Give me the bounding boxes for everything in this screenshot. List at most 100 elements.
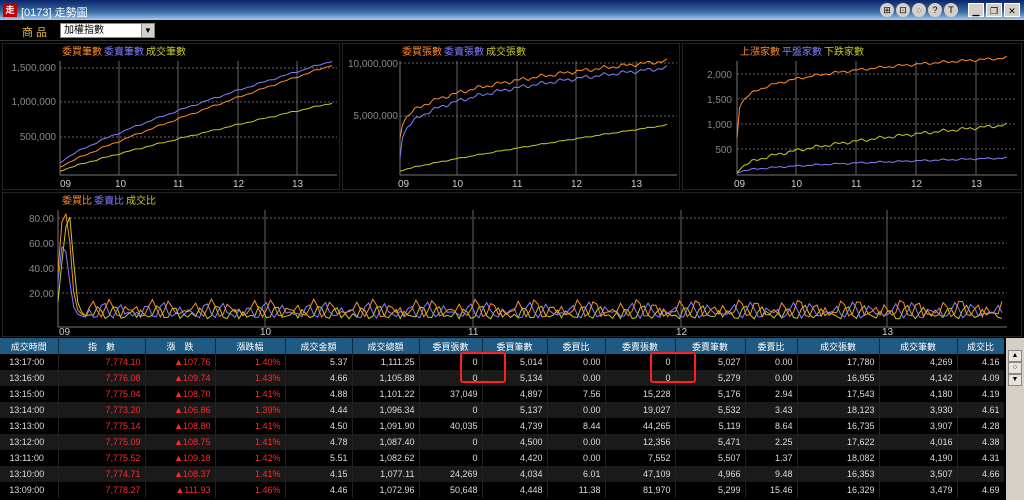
x-tick: 12: [911, 179, 923, 190]
cell-trade-volume: 17,622: [797, 434, 880, 450]
minimize-button[interactable]: ▁: [968, 3, 984, 17]
col-header[interactable]: 成交時間: [0, 338, 59, 354]
cell-bid-count: 4,420: [482, 450, 548, 466]
cell-bid-count: 4,448: [482, 482, 548, 498]
window-controls: ▁ ❐ ✕: [966, 3, 1020, 17]
cell-change: ▲108.80: [145, 418, 216, 434]
cell-change-pct: 1.42%: [215, 450, 286, 466]
cell-ask-volume: 81,970: [605, 482, 676, 498]
col-header[interactable]: 委賣比: [745, 338, 798, 354]
legend-unchanged: 平盤家數: [782, 45, 822, 58]
highlight-box: [460, 352, 506, 383]
legend-buy-ratio: 委買比: [62, 194, 92, 207]
cell-trade-count: 4,016: [879, 434, 958, 450]
table-row[interactable]: 13:11:00 7,775.52 ▲109.18 1.42% 5.51 1,082.62…: [0, 450, 1004, 466]
chart-order-count: 委買筆數 委賣筆數 成交筆數 1,500,000 1,000,000 500,0…: [2, 43, 340, 190]
help-icon[interactable]: ?: [928, 3, 942, 17]
table-row[interactable]: 13:09:00 7,778.27 ▲111.93 1.46% 4.46 1,072.96…: [0, 482, 1004, 498]
cell-total-turnover: 1,072.96: [352, 482, 420, 498]
scroll-up-button[interactable]: ▲: [1008, 350, 1022, 362]
col-header[interactable]: 成交總額: [352, 338, 420, 354]
col-header[interactable]: 成交張數: [797, 338, 880, 354]
cell-ask-volume: 12,356: [605, 434, 676, 450]
col-header[interactable]: 漲 跌: [145, 338, 216, 354]
cell-bid-volume: 0: [419, 434, 483, 450]
table-row[interactable]: 13:12:00 7,775.09 ▲108.75 1.41% 4.78 1,087.40…: [0, 434, 1004, 450]
cell-time: 13:15:00: [0, 386, 59, 402]
cell-trade-count: 3,930: [879, 402, 958, 418]
col-header[interactable]: 漲跌幅: [215, 338, 286, 354]
x-tick: 13: [971, 179, 983, 190]
y-tick: 20.00: [29, 289, 54, 300]
x-tick: 11: [512, 179, 523, 190]
y-tick: 40.00: [29, 264, 54, 275]
y-tick: 1,500,000: [12, 63, 57, 74]
cell-change: ▲109.74: [145, 370, 216, 386]
settings-icon[interactable]: ◌: [912, 3, 926, 17]
window: 走 [0173] 走勢圖 ⊞ ⊡ ◌? T ▁ ❐ ✕ 商 品 加權指數 ▼ 委買筆數 委…: [0, 0, 1024, 500]
table-row[interactable]: 13:14:00 7,773.20 ▲106.86 1.39% 4.44 1,096.34…: [0, 402, 1004, 418]
cell-bid-count: 4,500: [482, 434, 548, 450]
x-tick: 12: [571, 179, 583, 190]
cell-ask-ratio: 0.00: [745, 354, 798, 370]
cell-ask-count: 5,176: [675, 386, 746, 402]
x-tick: 10: [115, 179, 127, 190]
text-icon[interactable]: T: [944, 3, 958, 17]
cell-time: 13:09:00: [0, 482, 59, 498]
col-header[interactable]: 成交金額: [285, 338, 353, 354]
cell-total-turnover: 1,077.11: [352, 466, 420, 482]
col-header[interactable]: 成交比: [957, 338, 1004, 354]
cell-trade-ratio: 4.16: [957, 354, 1004, 370]
cell-turnover: 4.88: [285, 386, 353, 402]
close-button[interactable]: ✕: [1004, 3, 1020, 17]
cell-time: 13:16:00: [0, 370, 59, 386]
cell-trade-volume: 16,955: [797, 370, 880, 386]
y-tick: 1,000,000: [12, 97, 57, 108]
table-scrollbar[interactable]: ▲ ○ ▼: [1006, 338, 1024, 500]
cell-trade-volume: 16,353: [797, 466, 880, 482]
legend-sell-count: 委賣筆數: [104, 45, 144, 58]
table-row[interactable]: 13:15:00 7,775.04 ▲108.70 1.41% 4.88 1,101.22…: [0, 386, 1004, 402]
cell-ask-count: 5,119: [675, 418, 746, 434]
col-header[interactable]: 指 數: [58, 338, 146, 354]
col-header[interactable]: 成交筆數: [879, 338, 958, 354]
cell-index: 7,773.20: [58, 402, 146, 418]
x-tick: 10: [452, 179, 464, 190]
toolbar: 商 品 加權指數 ▼: [0, 20, 1024, 41]
layout-icon[interactable]: ⊞: [880, 3, 894, 17]
scroll-down-button[interactable]: ▼: [1008, 374, 1022, 386]
scroll-middle-button[interactable]: ○: [1008, 362, 1022, 374]
cell-index: 7,774.10: [58, 354, 146, 370]
cell-bid-count: 4,897: [482, 386, 548, 402]
table-row[interactable]: 13:13:00 7,775.14 ▲108.80 1.41% 4.50 1,091.90…: [0, 418, 1004, 434]
y-tick: 2,000: [707, 70, 732, 81]
print-icon[interactable]: ⊡: [896, 3, 910, 17]
product-select[interactable]: 加權指數 ▼: [60, 23, 155, 38]
cell-change: ▲108.75: [145, 434, 216, 450]
chevron-down-icon[interactable]: ▼: [141, 24, 154, 37]
cell-trade-ratio: 4.09: [957, 370, 1004, 386]
cell-index: 7,776.08: [58, 370, 146, 386]
cell-bid-ratio: 0.00: [547, 402, 606, 418]
cell-time: 13:13:00: [0, 418, 59, 434]
x-tick: 10: [791, 179, 803, 190]
maximize-button[interactable]: ❐: [986, 3, 1002, 17]
cell-ask-ratio: 3.43: [745, 402, 798, 418]
chart-order-volume: 委買張數 委賣張數 成交張數 10,000,000 5,000,000 09 1…: [342, 43, 680, 190]
product-label: 商 品: [22, 27, 48, 39]
col-header[interactable]: 委買比: [547, 338, 606, 354]
y-tick: 80.00: [29, 214, 54, 225]
cell-change: ▲106.86: [145, 402, 216, 418]
cell-change-pct: 1.39%: [215, 402, 286, 418]
cell-turnover: 5.37: [285, 354, 353, 370]
x-tick: 09: [60, 179, 72, 190]
table-row[interactable]: 13:10:00 7,774.71 ▲108.37 1.41% 4.15 1,077.11…: [0, 466, 1004, 482]
cell-trade-ratio: 4.69: [957, 482, 1004, 498]
chart-ratio: 委買比 委賣比 成交比 80.00 60.00 40.00 20.00 09 1…: [2, 192, 1022, 337]
y-tick: 60.00: [29, 239, 54, 250]
cell-total-turnover: 1,105.88: [352, 370, 420, 386]
cell-trade-volume: 16,329: [797, 482, 880, 498]
cell-trade-count: 4,142: [879, 370, 958, 386]
legend-sell-ratio: 委賣比: [94, 194, 124, 207]
cell-time: 13:11:00: [0, 450, 59, 466]
